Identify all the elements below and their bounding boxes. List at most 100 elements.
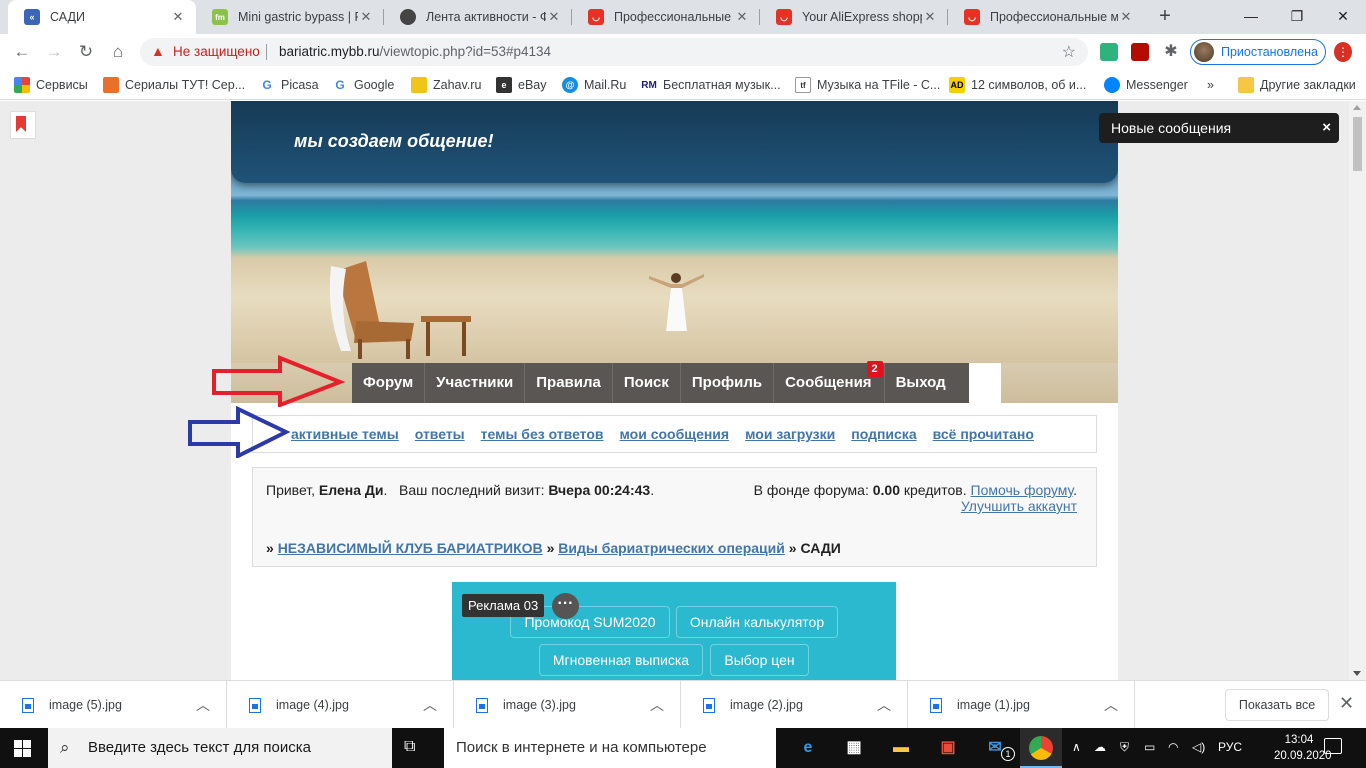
close-icon[interactable]: ✕ bbox=[546, 9, 562, 25]
breadcrumb-surgery-types[interactable]: Виды бариатрических операций bbox=[558, 540, 785, 556]
breadcrumb-club[interactable]: НЕЗАВИСИМЫЙ КЛУБ БАРИАТРИКОВ bbox=[278, 540, 543, 556]
bookmark-zahav[interactable]: Zahav.ru bbox=[411, 76, 481, 94]
notification-icon[interactable] bbox=[1324, 738, 1342, 754]
scroll-up-icon[interactable] bbox=[1353, 105, 1361, 110]
bookmark-12-symbols[interactable]: AD 12 символов, об и... bbox=[949, 76, 1086, 94]
link-replies[interactable]: ответы bbox=[415, 426, 465, 442]
other-bookmarks[interactable]: Другие закладки bbox=[1238, 76, 1356, 94]
more-icon[interactable]: ··· bbox=[552, 593, 579, 619]
store-icon[interactable]: ▦ bbox=[840, 734, 868, 762]
tab-fitmania[interactable]: fm Mini gastric bypass | Fit ✕ bbox=[196, 0, 384, 34]
volume-icon[interactable]: ◁) bbox=[1192, 740, 1205, 754]
nav-forum[interactable]: Форум bbox=[352, 363, 426, 403]
url-text[interactable]: bariatric.mybb.ru/viewtopic.php?id=53#p4… bbox=[279, 44, 551, 59]
bookmark-messenger[interactable]: Messenger bbox=[1104, 76, 1188, 94]
ad-statement-button[interactable]: Мгновенная выписка bbox=[539, 644, 703, 676]
new-tab-button[interactable]: + bbox=[1154, 5, 1176, 27]
bookmark-services[interactable]: Сервисы bbox=[14, 76, 88, 94]
tray-expand-icon[interactable]: ∧ bbox=[1072, 740, 1081, 754]
bookmark-mailru[interactable]: @ Mail.Ru bbox=[562, 76, 626, 94]
download-item[interactable]: image (1).jpg ︿ bbox=[908, 681, 1135, 729]
language-indicator[interactable]: РУС bbox=[1218, 740, 1242, 754]
link-active-topics[interactable]: активные темы bbox=[291, 426, 399, 442]
download-item[interactable]: image (3).jpg ︿ bbox=[454, 681, 681, 729]
tab-aliexpress-1[interactable]: ◡ Профессиональные ма ✕ bbox=[572, 0, 760, 34]
chevron-up-icon[interactable]: ︿ bbox=[196, 695, 210, 715]
back-button[interactable]: ← bbox=[10, 40, 34, 64]
bookmark-google[interactable]: G Google bbox=[332, 76, 394, 94]
download-item[interactable]: image (2).jpg ︿ bbox=[681, 681, 908, 729]
close-icon[interactable]: ✕ bbox=[922, 9, 938, 25]
tab-aliexpress-3[interactable]: ◡ Профессиональные ма ✕ bbox=[948, 0, 1144, 34]
minimize-button[interactable]: — bbox=[1228, 0, 1274, 34]
profile-button[interactable]: Приостановлена bbox=[1190, 39, 1326, 65]
close-icon[interactable]: ✕ bbox=[1118, 9, 1134, 25]
page-scrollbar[interactable] bbox=[1349, 101, 1366, 680]
windows-start-icon[interactable] bbox=[14, 740, 31, 757]
link-my-posts[interactable]: мои сообщения bbox=[620, 426, 730, 442]
puzzle-icon[interactable]: ✱ bbox=[1162, 43, 1180, 61]
bookmark-ebay[interactable]: e eBay bbox=[496, 76, 547, 94]
wifi-icon[interactable]: ◠ bbox=[1168, 740, 1178, 754]
home-button[interactable]: ⌂ bbox=[106, 40, 130, 64]
chevron-up-icon[interactable]: ︿ bbox=[423, 695, 437, 715]
link-mark-all-read[interactable]: всё прочитано bbox=[933, 426, 1034, 442]
show-all-downloads-button[interactable]: Показать все bbox=[1225, 689, 1329, 721]
extension-green-icon[interactable] bbox=[1100, 43, 1118, 61]
bookmark-flag-icon[interactable] bbox=[10, 111, 36, 139]
forward-button[interactable]: → bbox=[42, 40, 66, 64]
pdf-extension-icon[interactable] bbox=[1131, 43, 1149, 61]
link-unanswered[interactable]: темы без ответов bbox=[481, 426, 604, 442]
bookmark-free-music[interactable]: RM Бесплатная музык... bbox=[641, 76, 781, 94]
toast-close-icon[interactable]: × bbox=[1322, 113, 1331, 143]
link-subscriptions[interactable]: подписка bbox=[851, 426, 916, 442]
scroll-down-icon[interactable] bbox=[1353, 671, 1361, 676]
ad-calculator-button[interactable]: Онлайн калькулятор bbox=[676, 606, 838, 638]
nav-search[interactable]: Поиск bbox=[613, 363, 681, 403]
maximize-button[interactable]: ❐ bbox=[1274, 0, 1320, 34]
security-tray-icon[interactable]: ⛨ bbox=[1120, 740, 1129, 755]
taskbar-search-input[interactable]: ⌕ Введите здесь текст для поиска bbox=[48, 728, 392, 768]
bookmark-tfile[interactable]: tf Музыка на TFile - С... bbox=[795, 76, 940, 94]
file-explorer-icon[interactable]: ▬ bbox=[887, 734, 915, 762]
window-close-button[interactable]: ✕ bbox=[1320, 0, 1366, 34]
gift-icon[interactable]: ▣ bbox=[934, 734, 962, 762]
bookmark-picasa[interactable]: G Picasa bbox=[259, 76, 319, 94]
new-messages-toast[interactable]: Новые сообщения × bbox=[1099, 113, 1339, 143]
address-bar[interactable]: ▲ Не защищено bariatric.mybb.ru/viewtopi… bbox=[140, 38, 1088, 66]
menu-icon[interactable]: ⋮ bbox=[1334, 42, 1352, 62]
close-icon[interactable]: ✕ bbox=[734, 9, 750, 25]
nav-logout[interactable]: Выход bbox=[885, 363, 969, 403]
link-my-uploads[interactable]: мои загрузки bbox=[745, 426, 835, 442]
nav-profile[interactable]: Профиль bbox=[681, 363, 775, 403]
nav-messages[interactable]: Сообщения 2 bbox=[774, 361, 885, 403]
chevron-up-icon[interactable]: ︿ bbox=[1104, 695, 1118, 715]
tab-sadi[interactable]: « САДИ ✕ bbox=[8, 0, 196, 34]
help-forum-link[interactable]: Помочь форуму bbox=[971, 482, 1074, 498]
tab-activity-feed[interactable]: Лента активности - Фо ✕ bbox=[384, 0, 572, 34]
star-icon[interactable]: ☆ bbox=[1062, 42, 1076, 62]
onedrive-icon[interactable]: ☁ bbox=[1094, 740, 1106, 754]
ad-prices-button[interactable]: Выбор цен bbox=[710, 644, 809, 676]
chevron-up-icon[interactable]: ︿ bbox=[650, 695, 664, 715]
download-item[interactable]: image (5).jpg ︿ bbox=[0, 681, 227, 729]
task-view-icon[interactable]: ⧉ bbox=[404, 738, 415, 756]
reload-button[interactable]: ↻ bbox=[74, 40, 98, 64]
upgrade-account-link[interactable]: Улучшить аккаунт bbox=[961, 498, 1077, 514]
close-icon[interactable]: ✕ bbox=[1339, 693, 1354, 714]
scrollbar-thumb[interactable] bbox=[1353, 117, 1362, 171]
nav-rules[interactable]: Правила bbox=[525, 363, 613, 403]
chevron-up-icon[interactable]: ︿ bbox=[877, 695, 891, 715]
bookmark-serials[interactable]: Сериалы ТУТ! Сер... bbox=[103, 76, 245, 94]
battery-icon[interactable]: ▭ bbox=[1144, 740, 1155, 754]
download-item[interactable]: image (4).jpg ︿ bbox=[227, 681, 454, 729]
security-label[interactable]: Не защищено bbox=[173, 44, 260, 59]
bookmarks-more-button[interactable]: » bbox=[1207, 76, 1214, 94]
close-icon[interactable]: ✕ bbox=[170, 9, 186, 25]
clock[interactable]: 13:04 20.09.2020 bbox=[1274, 732, 1332, 764]
chrome-taskbar-button[interactable] bbox=[1020, 728, 1062, 768]
nav-members[interactable]: Участники bbox=[425, 363, 526, 403]
close-icon[interactable]: ✕ bbox=[358, 9, 374, 25]
web-search-box[interactable]: Поиск в интернете и на компьютере bbox=[444, 728, 776, 768]
edge-icon[interactable]: e bbox=[794, 734, 822, 762]
